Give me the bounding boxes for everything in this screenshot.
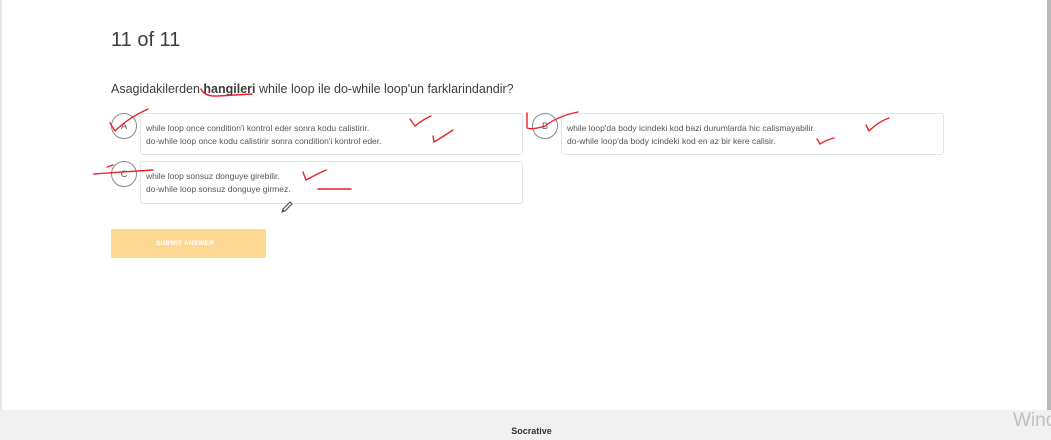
footer-bar: Socrative <box>0 410 1051 440</box>
answer-option-c[interactable]: while loop sonsuz donguye girebilir. do-… <box>140 161 523 204</box>
window-right-edge <box>1047 0 1051 410</box>
pen-annotations <box>93 88 890 190</box>
option-c-line-2: do-while loop sonsuz donguye girmez. <box>146 184 291 194</box>
os-watermark: Windows <box>1013 410 1051 431</box>
option-c-letter[interactable]: C <box>111 161 137 187</box>
answer-option-a[interactable]: while loop once condition'i kontrol eder… <box>140 113 523 155</box>
question-emphasis: hangileri <box>203 82 256 96</box>
question-text: Asagidakilerden hangileri while loop ile… <box>111 82 514 96</box>
quiz-page: 11 of 11 Asagidakilerden hangileri while… <box>0 0 1051 440</box>
option-a-line-2: do-while loop once kodu calistirir sonra… <box>146 136 382 146</box>
option-b-line-1: while loop'da body icindeki kod bazi dur… <box>567 123 816 133</box>
question-suffix: while loop ile do-while loop'un farklari… <box>255 82 514 96</box>
answer-option-b[interactable]: while loop'da body icindeki kod bazi dur… <box>561 113 944 155</box>
option-b-line-2: do-while loop'da body icindeki kod en az… <box>567 136 776 146</box>
window-left-edge <box>0 0 2 410</box>
footer-brand: Socrative <box>511 426 552 436</box>
option-a-line-1: while loop once condition'i kontrol eder… <box>146 123 370 133</box>
submit-answer-button[interactable]: SUBMIT ANSWER <box>111 229 266 258</box>
option-a-letter[interactable]: A <box>111 113 137 139</box>
question-progress: 11 of 11 <box>111 29 181 51</box>
option-c-line-1: while loop sonsuz donguye girebilir. <box>146 171 280 181</box>
question-prefix: Asagidakilerden <box>111 82 204 96</box>
option-b-letter[interactable]: B <box>532 113 558 139</box>
